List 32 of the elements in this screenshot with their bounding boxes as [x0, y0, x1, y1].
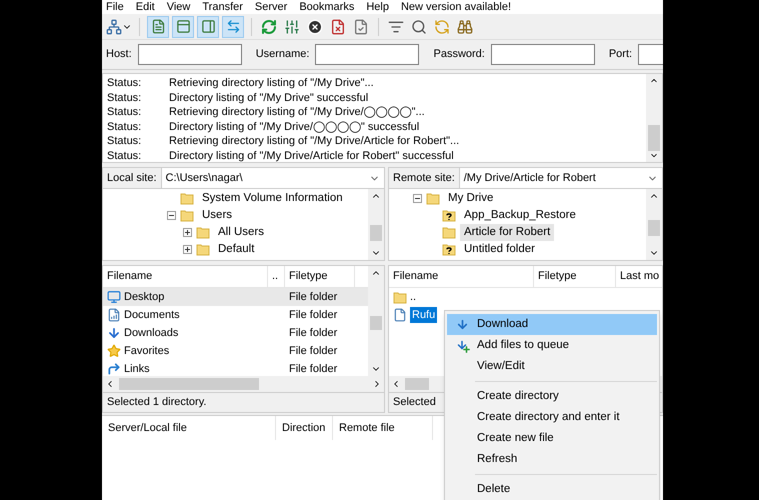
file-type: File folder: [288, 362, 338, 376]
log-label: Status:: [107, 105, 142, 120]
file-name: Rufu: [410, 306, 438, 324]
site-label: Local site:: [103, 168, 162, 188]
log-label: Status:: [107, 148, 142, 164]
file-type: File folder: [288, 344, 338, 359]
log-label: Status:: [107, 134, 142, 149]
file-type: File folder: [288, 290, 338, 305]
log-message: Retrieving directory listing of "/My Drive"...: [169, 76, 374, 91]
field-label: Host:: [106, 47, 132, 62]
file-type: File folder: [288, 326, 338, 341]
file-type: File folder: [288, 308, 338, 323]
log-message: Directory listing of "/My Drive/◯◯◯◯" successful: [169, 120, 420, 135]
site-label: Remote site:: [389, 168, 460, 188]
file-name: Favorites: [124, 344, 170, 359]
log-label: Status:: [107, 90, 142, 106]
field-label: Username:: [256, 47, 310, 62]
file-name: Desktop: [124, 290, 164, 305]
log-message: Directory listing of "/My Drive/Article for Robert" successful: [169, 148, 454, 164]
file-name: ..: [410, 290, 416, 305]
field-label: Port:: [608, 47, 632, 62]
file-name: Downloads: [124, 326, 178, 341]
log-label: Status:: [107, 120, 142, 134]
log-label: Status:: [107, 76, 142, 91]
log-message: Retrieving directory listing of "/My Drive/Article for Robert"...: [169, 134, 460, 149]
file-name: Links: [124, 362, 150, 376]
field-label: Password:: [433, 47, 485, 62]
status-text: Selected: [393, 395, 436, 410]
file-name: Documents: [124, 308, 180, 323]
status-text: Selected 1 directory.: [107, 395, 206, 410]
log-message: Directory listing of "/My Drive" successful: [169, 90, 368, 106]
log-message: Retrieving directory listing of "/My Drive/◯◯◯◯"...: [169, 105, 425, 120]
